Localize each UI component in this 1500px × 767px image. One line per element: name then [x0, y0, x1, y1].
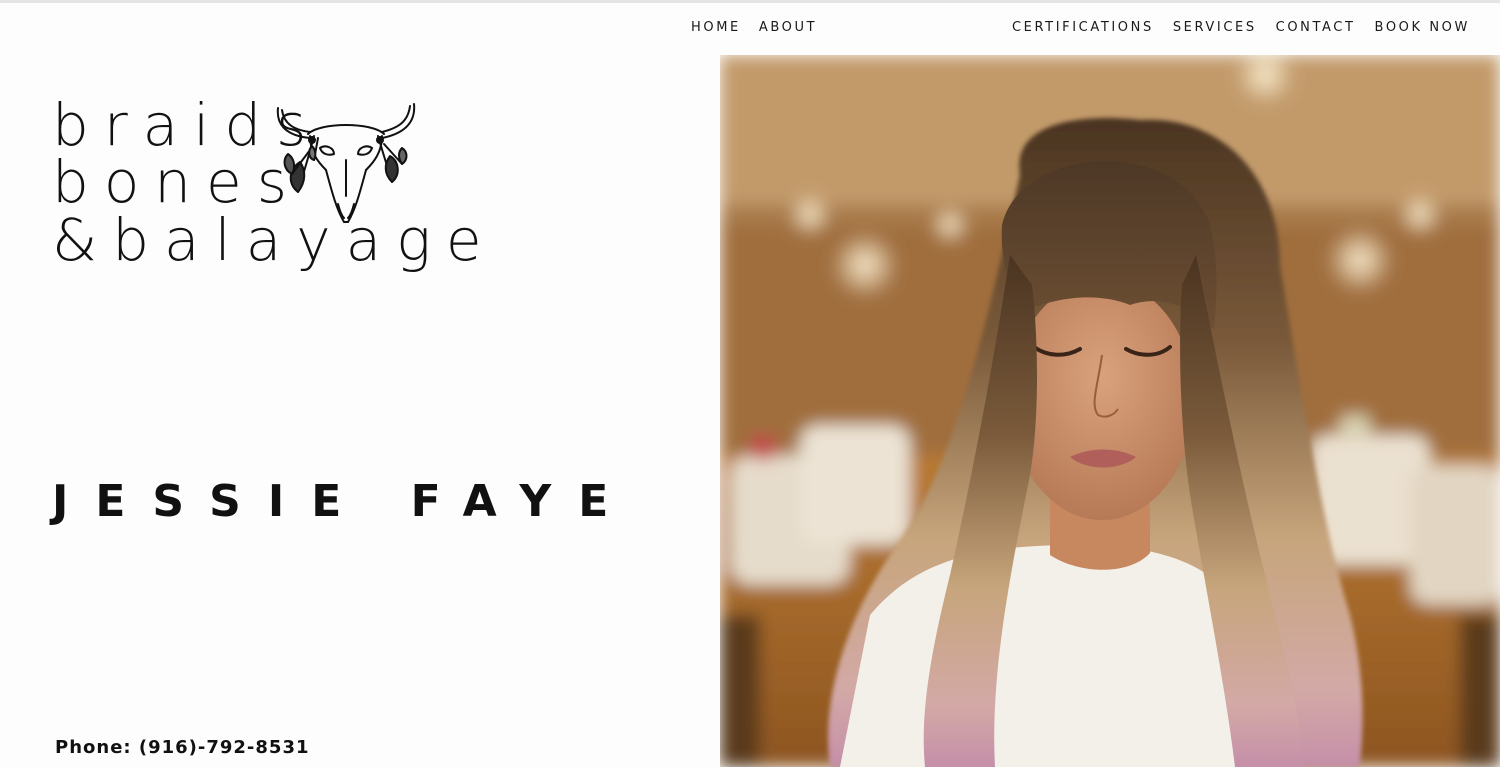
nav-services-link[interactable]: SERVICES [1173, 18, 1257, 38]
site-logo[interactable]: braids bones &balayage [52, 94, 482, 279]
logo-word-bones: bones [52, 148, 302, 216]
main-nav-right: CERTIFICATIONS SERVICES CONTACT BOOK NOW [1012, 18, 1470, 38]
main-nav-left: HOME ABOUT [691, 18, 835, 38]
bull-skull-icon [276, 103, 416, 223]
nav-contact-link[interactable]: CONTACT [1276, 18, 1356, 38]
top-border [0, 0, 1500, 3]
nav-book-now-link[interactable]: BOOK NOW [1375, 18, 1470, 38]
phone-number-text[interactable]: Phone: (916)-792-8531 [55, 737, 310, 758]
woman-with-balayage-hair-photo [720, 55, 1500, 767]
nav-about-link[interactable]: ABOUT [759, 18, 817, 38]
nav-home-link[interactable]: HOME [691, 18, 741, 38]
stylist-name-heading: JESSIE FAYE [52, 476, 636, 527]
nav-certifications-link[interactable]: CERTIFICATIONS [1012, 18, 1154, 38]
